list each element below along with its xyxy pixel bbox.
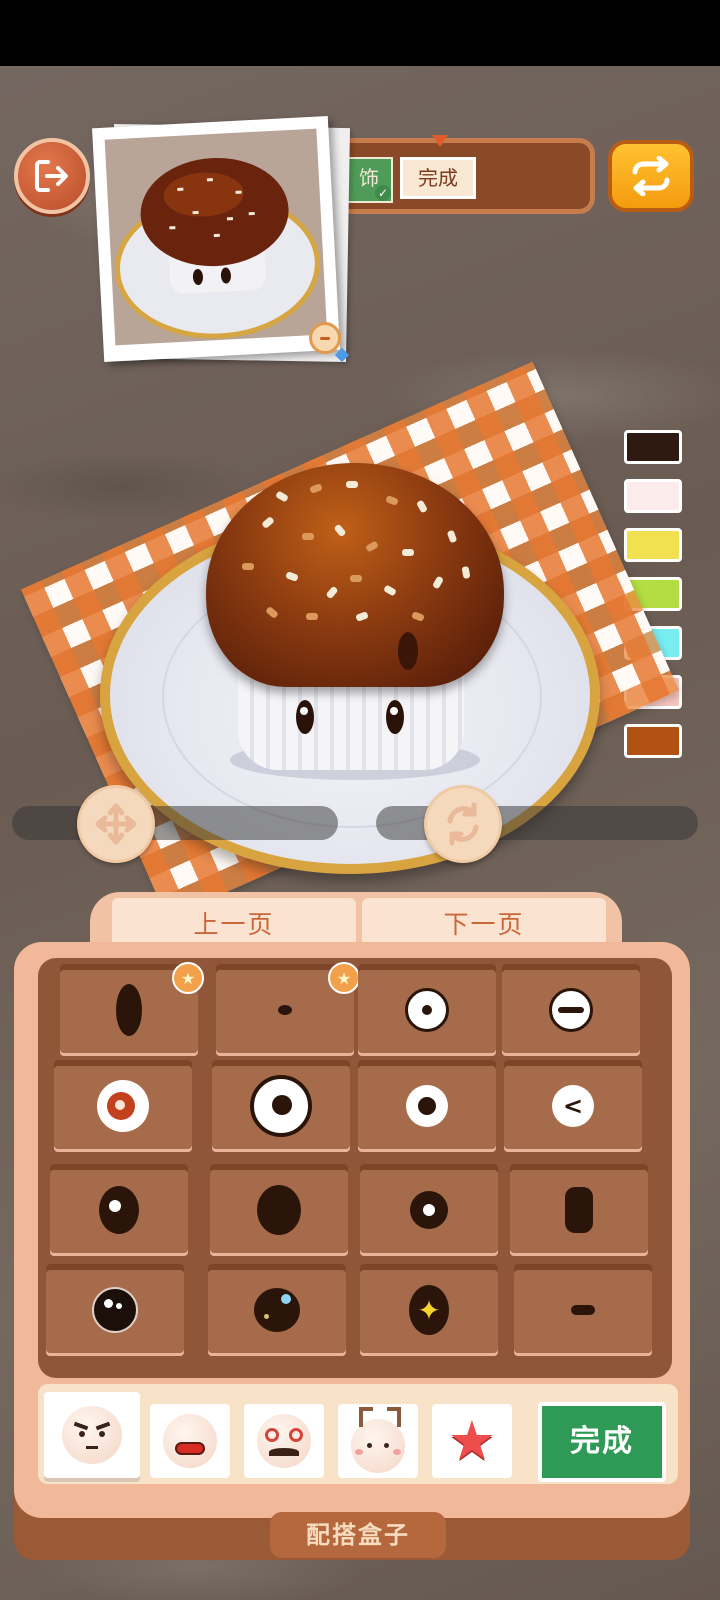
swap-arrows-icon xyxy=(632,156,670,196)
eye-item-dash[interactable] xyxy=(514,1264,652,1356)
round-dark-eye-icon xyxy=(410,1191,448,1229)
eye-item-round-white[interactable] xyxy=(358,964,496,1056)
small-dot-eye-icon xyxy=(278,1005,292,1015)
done-button[interactable]: 完成 xyxy=(538,1402,666,1482)
step-progress-bar: 饰 ✓ 完成 xyxy=(330,135,595,214)
rotate-icon xyxy=(447,802,479,846)
muffin-thumbnail-icon xyxy=(114,157,320,339)
wink-eye-icon: < xyxy=(552,1085,594,1127)
antler-face-icon xyxy=(351,1407,405,1473)
blue-glint-eye-icon xyxy=(254,1288,300,1332)
step-done[interactable]: 完成 xyxy=(400,157,476,199)
eye-item-red-iris[interactable] xyxy=(54,1060,192,1152)
tab-mouths[interactable] xyxy=(150,1404,230,1478)
move-arrows-icon xyxy=(95,803,137,845)
eye-item-small-white[interactable] xyxy=(358,1060,496,1152)
red-iris-eye-icon xyxy=(97,1080,149,1132)
muffin-left-eye xyxy=(296,700,314,734)
exit-icon xyxy=(35,160,68,192)
eye-item-small-dot[interactable]: ★ xyxy=(216,962,360,1056)
muffin-right-eye xyxy=(386,700,404,734)
angry-face-icon xyxy=(62,1406,122,1464)
swap-button[interactable] xyxy=(608,140,694,212)
rotate-handle[interactable] xyxy=(424,785,502,863)
round-white-eye-icon xyxy=(405,988,449,1032)
eye-item-dark-highlight[interactable] xyxy=(50,1164,188,1256)
minus-icon: – xyxy=(319,323,331,351)
color-swatch-0[interactable] xyxy=(624,430,682,464)
star-eye-icon: ✦ xyxy=(409,1285,449,1335)
zoom-out-button[interactable]: – xyxy=(309,322,341,354)
box-title: 配搭盒子 xyxy=(270,1512,446,1558)
tab-faces[interactable] xyxy=(44,1392,140,1478)
eye-item-plain-oval[interactable] xyxy=(210,1164,348,1256)
eye-item-round-dark[interactable] xyxy=(360,1164,498,1256)
premium-star-icon: ★ xyxy=(172,962,204,994)
plain-oval-eye-icon xyxy=(257,1185,301,1235)
mustache-face-icon xyxy=(257,1414,311,1468)
exit-button[interactable] xyxy=(14,138,90,214)
dash-eye-icon xyxy=(571,1305,595,1315)
tab-mustaches[interactable] xyxy=(244,1404,324,1478)
star-sticker-icon: ★ xyxy=(447,1409,497,1472)
eye-item-closed-line[interactable] xyxy=(502,964,640,1056)
eye-item-star[interactable]: ✦ xyxy=(360,1264,498,1356)
color-swatch-1[interactable] xyxy=(624,479,682,513)
photo-image xyxy=(104,128,328,346)
status-bar xyxy=(0,0,720,66)
step-done-label: 完成 xyxy=(418,166,458,190)
big-white-eye-icon xyxy=(250,1075,312,1137)
premium-star-icon: ★ xyxy=(328,962,360,994)
eye-item-wink[interactable]: < xyxy=(504,1060,642,1152)
tall-oval-eye-icon xyxy=(116,984,142,1036)
muffin-mark xyxy=(398,632,418,670)
check-icon: ✓ xyxy=(375,185,391,201)
mouth-face-icon xyxy=(163,1414,217,1468)
eye-item-blue-glint[interactable] xyxy=(208,1264,346,1356)
move-handle[interactable] xyxy=(77,785,155,863)
closed-line-eye-icon xyxy=(549,988,593,1032)
eye-item-tall-oval[interactable]: ★ xyxy=(60,962,204,1056)
eye-item-rounded-rect[interactable] xyxy=(510,1164,648,1256)
dark-eye-highlight-icon xyxy=(99,1186,139,1234)
small-white-eye-icon xyxy=(406,1085,448,1127)
step-decorate-label: 饰 xyxy=(359,166,379,190)
current-step-marker-icon xyxy=(432,135,448,147)
color-swatch-6[interactable] xyxy=(624,724,682,758)
move-slider-track[interactable] xyxy=(12,806,338,840)
tab-accessories[interactable] xyxy=(338,1404,418,1478)
sparkle-dark-eye-icon xyxy=(92,1287,138,1333)
color-swatch-2[interactable] xyxy=(624,528,682,562)
eye-item-grid: ★ ★ < ✦ xyxy=(38,958,672,1378)
eye-item-sparkle-dark[interactable] xyxy=(46,1264,184,1356)
eye-item-big-white[interactable] xyxy=(212,1060,350,1152)
muffin-photo-preview[interactable] xyxy=(92,115,340,363)
tab-stickers[interactable]: ★ xyxy=(432,1404,512,1478)
step-decorate[interactable]: 饰 ✓ xyxy=(345,157,393,203)
rounded-rect-eye-icon xyxy=(565,1187,593,1233)
